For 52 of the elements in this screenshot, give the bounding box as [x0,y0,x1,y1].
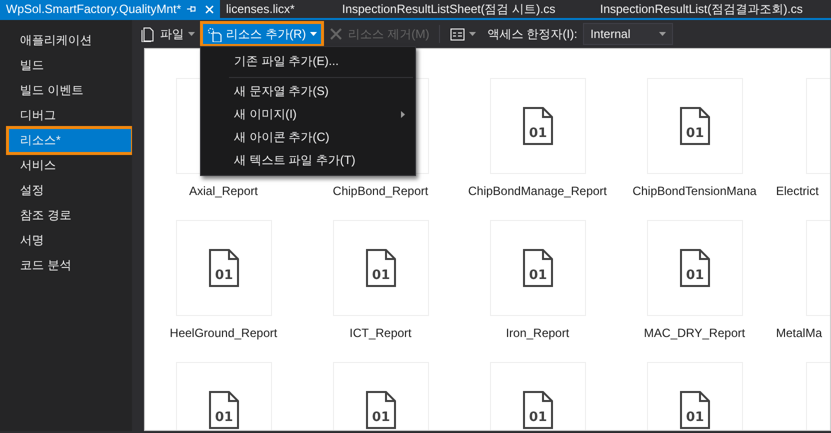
sidebar-item[interactable]: 설정 [8,178,132,203]
menu-item[interactable]: 새 이미지(I) [201,103,415,126]
document-tab[interactable]: InspectionResultListSheet(점검 시트).cs [336,0,594,18]
sidebar-item[interactable]: 서명 [8,228,132,253]
text-file-icon: 01 [680,249,710,287]
list-view-icon [450,26,466,42]
sidebar-item[interactable]: 빌드 이벤트 [8,78,132,103]
menu-item[interactable]: 새 텍스트 파일 추가(T) [201,149,415,172]
add-resource-button[interactable]: 리소스 추가(R) [202,23,322,45]
resource-name: Iron_Report [506,325,570,342]
new-document-icon [207,26,222,42]
document-tab[interactable]: licenses.licx* [220,0,336,18]
resource-name: MetalMa [776,325,822,342]
text-file-icon: 01 [522,107,552,145]
menu-item[interactable]: 새 아이콘 추가(C) [201,126,415,149]
resource-name: MAC_DRY_Report [644,325,746,342]
caret-icon [469,32,476,36]
document-icon [141,26,156,42]
document-tab[interactable]: WpSol.SmartFactory.QualityMnt* [0,0,220,18]
caret-icon [310,32,317,36]
text-file-icon: 01 [208,249,238,287]
sidebar-item[interactable]: 디버그 [8,103,132,128]
sidebar-item[interactable]: 서비스 [8,153,132,178]
text-file-icon: 01 [680,107,710,145]
text-file-icon: 01 [522,249,552,287]
cross-icon [329,26,344,42]
document-tab[interactable]: InspectionResultList(점검결과조회).cs [594,0,809,18]
access-modifier-dropdown[interactable]: Internal [583,23,674,45]
text-file-icon: 01 [366,249,396,287]
submenu-arrow-icon [401,111,405,118]
resource-name: ICT_Report [349,325,412,342]
sidebar-item[interactable]: 애플리케이션 [8,28,132,53]
resource-name: Axial_Report [189,183,258,200]
text-file-icon: 01 [522,391,552,429]
close-icon [205,4,214,14]
caret-icon [188,32,195,36]
menu-item[interactable]: 새 문자열 추가(S) [201,80,415,103]
sidebar-item[interactable]: 참조 경로 [8,203,132,228]
resource-name: HeelGround_Report [170,325,278,342]
text-file-icon: 01 [366,391,396,429]
access-modifier-label: 액세스 한정자(I): [487,26,578,43]
file-button[interactable]: 파일 [136,23,200,45]
resource-name: ChipBondManage_Report [468,183,607,200]
pin-icon [186,4,196,14]
sidebar-item[interactable]: 코드 분석 [8,253,132,278]
text-file-icon: 01 [680,391,710,429]
resource-name: Electrict [776,183,819,200]
caret-icon [659,32,666,36]
sidebar-item[interactable]: 빌드 [8,53,132,78]
text-file-icon: 01 [208,391,238,429]
resource-name: ChipBond_Report [332,183,428,200]
resource-name: ChipBondTensionMana [632,183,757,200]
